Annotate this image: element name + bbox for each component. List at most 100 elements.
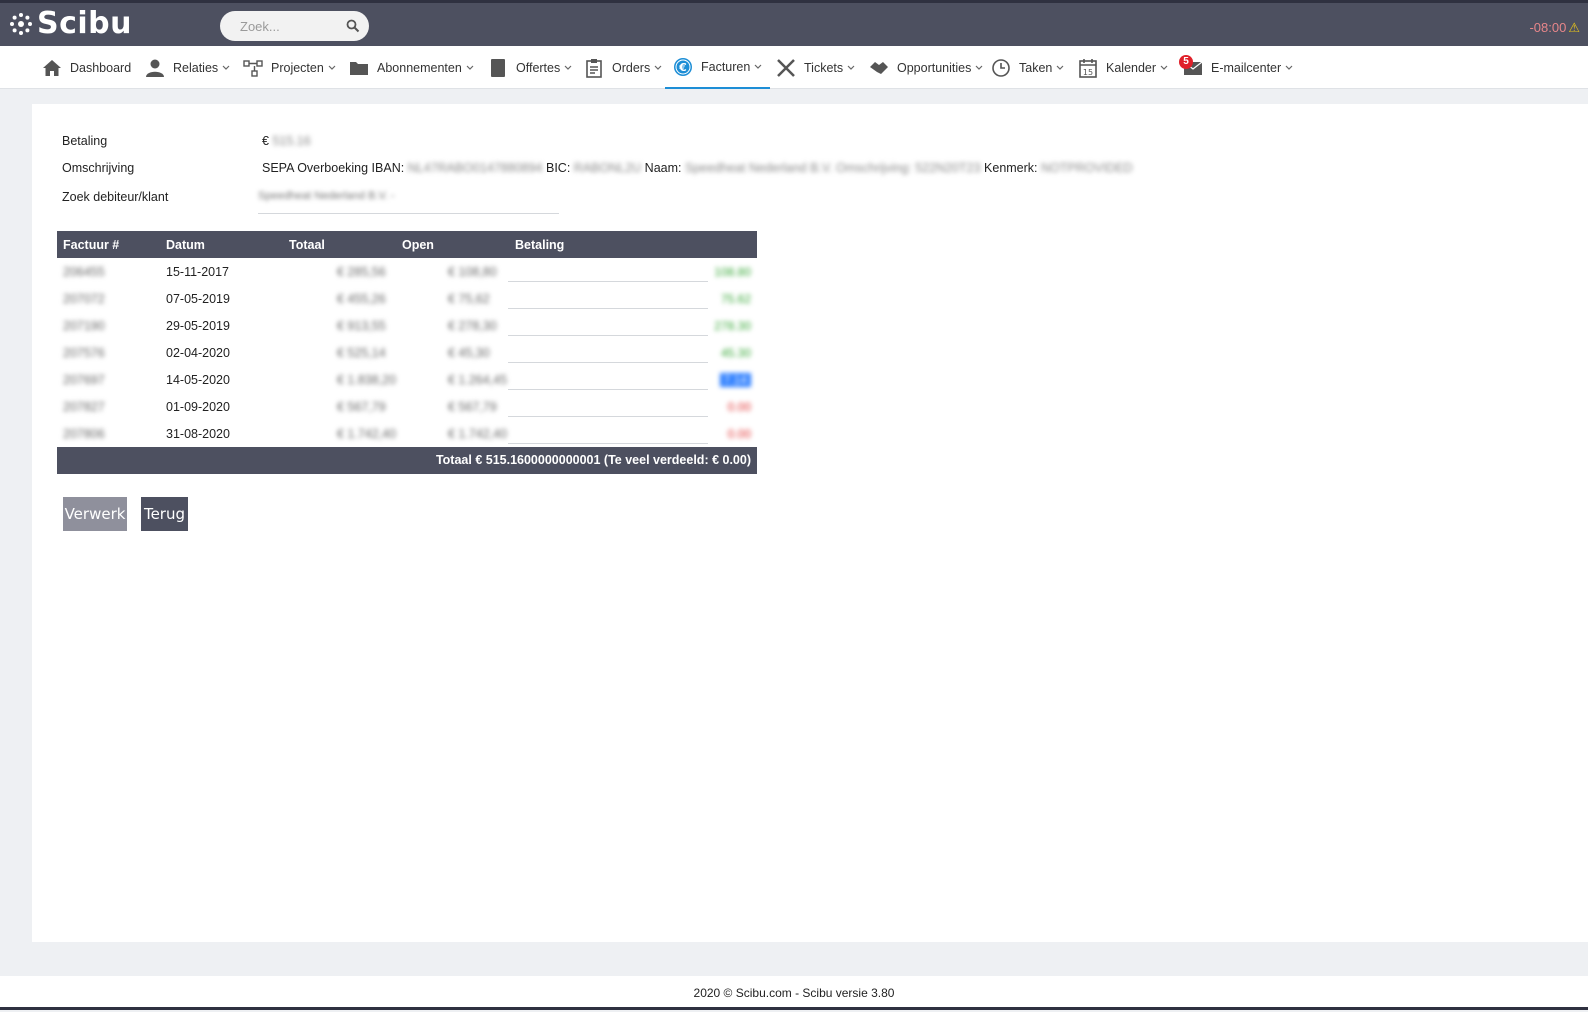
betaling-input[interactable] xyxy=(508,423,708,444)
nav-item-kalender[interactable]: 15 Kalender xyxy=(1078,46,1168,89)
betaling-input[interactable] xyxy=(508,396,708,417)
tools-icon xyxy=(777,58,795,77)
timer-display[interactable]: -08:00 ⚠ xyxy=(1529,20,1580,36)
cell-factuur[interactable]: 207827 xyxy=(63,400,105,414)
cell-totaal: € 455,26 xyxy=(337,292,386,306)
chevron-down-icon xyxy=(654,65,662,70)
omschrijving-value: SEPA Overboeking IBAN: NL47RABO014788089… xyxy=(262,161,1133,175)
chevron-down-icon xyxy=(222,65,230,70)
cell-totaal: € 285,56 xyxy=(337,265,386,279)
cell-factuur[interactable]: 206455 xyxy=(63,265,105,279)
betaling-input[interactable] xyxy=(508,315,708,336)
invoice-table: Factuur # Datum Totaal Open Betaling 206… xyxy=(57,231,757,474)
chevron-down-icon xyxy=(564,65,572,70)
nav-label: Kalender xyxy=(1106,60,1157,75)
debiteur-search-input[interactable] xyxy=(258,184,548,208)
nav-item-facturen[interactable]: € Facturen xyxy=(665,46,771,89)
cell-open: € 108,80 xyxy=(448,265,497,279)
naam-value: Speedheat Nederland B.V. Omschrijving: 5… xyxy=(684,161,981,175)
cell-datum: 29-05-2019 xyxy=(166,319,230,333)
cell-factuur[interactable]: 207576 xyxy=(63,346,105,360)
cell-datum: 14-05-2020 xyxy=(166,373,230,387)
betaling-label: Betaling xyxy=(62,134,108,148)
nav-item-projecten[interactable]: Projecten xyxy=(243,46,336,89)
cell-factuur[interactable]: 207697 xyxy=(63,373,105,387)
top-bar: Scibu -08:00⚠ xyxy=(0,0,1588,46)
document-icon xyxy=(491,58,505,77)
nav-label: Orders xyxy=(612,60,651,75)
table-row: 207827 01-09-2020 € 567,79 € 567,79 0.00 xyxy=(57,393,757,420)
cell-factuur[interactable]: 207806 xyxy=(63,427,105,441)
content-card xyxy=(32,104,1588,942)
cell-datum: 31-08-2020 xyxy=(166,427,230,441)
nav-label: Opportunities xyxy=(897,60,972,75)
logo-mark-icon xyxy=(10,13,32,35)
bic-value: RABONL2U xyxy=(573,161,642,175)
nav-item-orders[interactable]: Orders xyxy=(584,46,662,89)
nav-item-abonnementen[interactable]: Abonnementen xyxy=(349,46,474,89)
cell-totaal: € 1.838,20 xyxy=(337,373,397,387)
table-footer-total: Totaal € 515.1600000000001 (Te veel verd… xyxy=(57,447,757,474)
nav-item-opportunities[interactable]: Opportunities xyxy=(869,46,983,89)
table-row: 207576 02-04-2020 € 525,14 € 45,30 45.30 xyxy=(57,339,757,366)
project-icon xyxy=(243,59,263,77)
header-totaal: Totaal xyxy=(289,238,325,252)
nav-item-emailcenter[interactable]: 5 E-mailcenter xyxy=(1179,46,1293,89)
chevron-down-icon xyxy=(1056,65,1064,70)
cell-datum: 07-05-2019 xyxy=(166,292,230,306)
nav-label: E-mailcenter xyxy=(1211,60,1282,75)
betaling-value: € 515.16 xyxy=(262,134,311,148)
header-datum: Datum xyxy=(166,238,205,252)
naam-label: Naam: xyxy=(644,161,682,175)
table-row: 207697 14-05-2020 € 1.838,20 € 1.264,45 7.14 xyxy=(57,366,757,393)
nav-item-taken[interactable]: Taken xyxy=(991,46,1064,89)
verwerk-button[interactable]: Verwerk xyxy=(63,497,127,531)
nav-label: Facturen xyxy=(701,59,751,74)
cell-betaling: 45.30 xyxy=(720,346,751,360)
cell-open: € 278,30 xyxy=(448,319,497,333)
cell-betaling: 7.14 xyxy=(719,373,751,387)
logo[interactable]: Scibu xyxy=(8,9,132,39)
user-icon xyxy=(146,59,164,77)
nav-label: Relaties xyxy=(173,60,219,75)
bic-label: BIC: xyxy=(546,161,571,175)
logo-text: Scibu xyxy=(37,6,133,41)
euro-icon: € xyxy=(674,57,692,76)
debiteur-search-field xyxy=(258,184,559,214)
nav-item-offertes[interactable]: Offertes xyxy=(488,46,572,89)
clipboard-icon xyxy=(586,58,602,78)
table-row: 207072 07-05-2019 € 455,26 € 75,62 75.62 xyxy=(57,285,757,312)
table-row: 206455 15-11-2017 € 285,56 € 108,80 108.80 xyxy=(57,258,757,285)
header-open: Open xyxy=(402,238,434,252)
terug-button[interactable]: Terug xyxy=(141,497,188,531)
cell-totaal: € 567,79 xyxy=(337,400,386,414)
cell-factuur[interactable]: 207190 xyxy=(63,319,105,333)
kenmerk-label: Kenmerk: xyxy=(984,161,1038,175)
cell-factuur[interactable]: 207072 xyxy=(63,292,105,306)
cell-betaling: 0.00 xyxy=(727,427,751,441)
betaling-input[interactable] xyxy=(508,288,708,309)
search-icon[interactable] xyxy=(346,19,360,33)
currency-symbol: € xyxy=(262,134,269,148)
folder-icon xyxy=(350,61,368,75)
betaling-input[interactable] xyxy=(508,261,708,282)
betaling-input[interactable] xyxy=(508,342,708,363)
nav-item-relaties[interactable]: Relaties xyxy=(145,46,230,89)
kenmerk-value: NOTPROVIDED xyxy=(1041,161,1133,175)
chevron-down-icon xyxy=(328,65,336,70)
clock-icon xyxy=(992,58,1010,77)
nav-item-tickets[interactable]: Tickets xyxy=(776,46,855,89)
chevron-down-icon xyxy=(975,65,983,70)
chevron-down-icon xyxy=(466,65,474,70)
search-input[interactable] xyxy=(220,11,330,41)
chevron-down-icon xyxy=(1160,65,1168,70)
cell-betaling: 75.62 xyxy=(720,292,751,306)
cell-open: € 45,30 xyxy=(448,346,490,360)
header-betaling: Betaling xyxy=(515,238,565,252)
nav-label: Dashboard xyxy=(70,60,132,75)
nav-label: Abonnementen xyxy=(377,60,462,75)
betaling-input[interactable] xyxy=(508,369,708,390)
handshake-icon xyxy=(870,61,888,74)
notification-badge: 5 xyxy=(1179,55,1193,69)
nav-item-dashboard[interactable]: Dashboard xyxy=(42,46,131,89)
